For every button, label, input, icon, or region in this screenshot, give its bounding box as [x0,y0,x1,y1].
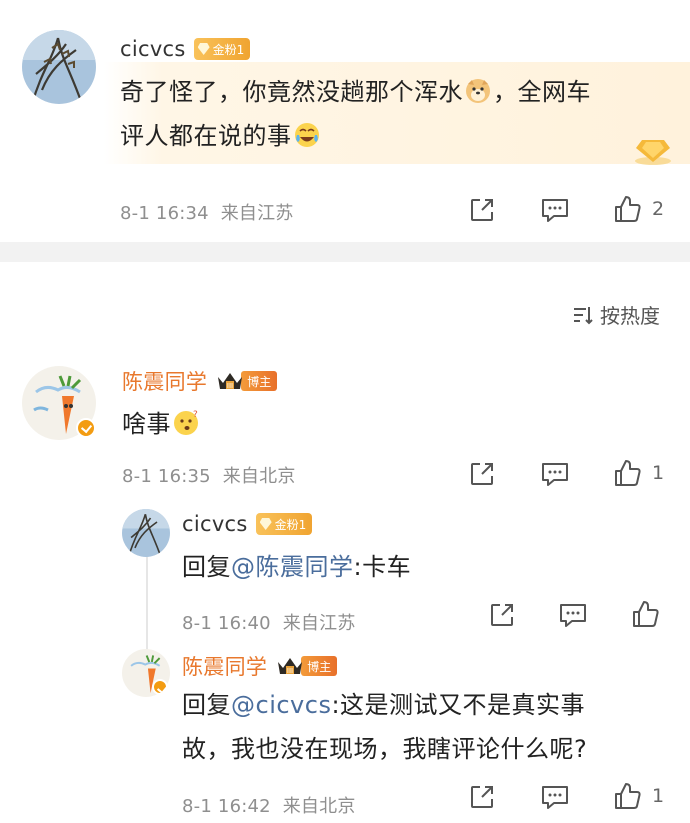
share-icon [471,786,493,808]
sort-label: 按热度 [600,304,660,328]
mention-link[interactable]: @陈震同学 [231,553,354,581]
comment-text-part: 评人都在说的事 [120,122,292,150]
share-button[interactable] [488,601,516,629]
comment-button[interactable] [540,460,570,488]
like-button[interactable]: 2 [612,194,664,224]
comment-meta: 8-1 16:35 来自北京 [122,462,296,488]
reply-text: 回复@陈震同学:卡车 [182,545,411,589]
reply-text: 回复@cicvcs:这是测试又不是真实事 故，我也没在现场，我瞎评论什么呢? [182,683,662,771]
comment-button[interactable] [540,783,570,811]
share-button[interactable] [468,196,496,224]
laugh-cry-emoji-icon [294,118,320,147]
comment-button[interactable] [558,601,588,629]
gem-icon [197,43,210,55]
blogger-badge-label: 博主 [301,656,338,676]
comment-meta: 8-1 16:40 来自江苏 [182,609,356,635]
avatar[interactable] [122,509,170,557]
reply-comment: cicvcs 金粉1 回复@陈震同学:卡车 8-1 16:40 来自江苏 [0,505,690,635]
location: 来自北京 [282,796,356,817]
share-icon [471,463,493,485]
share-icon [491,604,513,626]
comment-meta: 8-1 16:42 来自北京 [182,792,356,818]
reply-content: :这是测试又不是真实事 [331,691,586,719]
fan-badge-label: 金粉1 [212,42,245,57]
crown-icon: III [275,654,305,678]
comment-icon [542,199,568,222]
gold-gem-icon [632,132,674,166]
avatar[interactable] [22,30,96,104]
comment-icon [542,786,568,809]
comment-text: 奇了怪了，你竟然没趟那个浑水 ，全网车 评人都在说的事 [120,70,660,158]
timestamp: 8-1 16:42 [182,796,271,817]
timestamp: 8-1 16:40 [182,613,271,634]
like-button[interactable]: 1 [612,458,664,488]
thumbs-up-icon [633,601,659,627]
username[interactable]: 陈震同学 [122,366,207,396]
blogger-badge-label: 博主 [241,371,278,391]
verified-badge-icon [76,418,96,438]
crown-icon: III [215,369,245,393]
thumbs-up-icon [615,783,641,809]
fan-badge-label: 金粉1 [274,517,307,532]
reply-content: 故，我也没在现场，我瞎评论什么呢? [182,735,588,763]
comment-text-part: 奇了怪了，你竟然没趟那个浑水 [120,78,463,106]
reply-comment: 陈震同学 III 博主 回复@cicvcs:这是测试又不是真实事 故，我也没在现… [0,647,690,823]
sort-by-hot-button[interactable]: 按热度 [572,300,660,329]
blogger-badge: III 博主 [215,369,278,393]
comment-text-content: 啥事 [122,410,171,438]
thumbs-up-icon [615,196,641,222]
svg-text:?: ? [193,410,198,420]
section-divider [0,242,690,262]
thumbs-up-icon [615,460,641,486]
main-comment: 陈震同学 III 博主 啥事? 8-1 16:35 来自北京 1 [0,360,690,500]
svg-text:III: III [287,667,293,675]
location: 来自北京 [222,466,296,487]
gem-icon [259,518,272,530]
mention-link[interactable]: @cicvcs [231,691,331,719]
thinking-emoji-icon: ? [173,406,199,435]
fan-badge[interactable]: 金粉1 [255,513,313,535]
like-count: 1 [652,785,665,807]
comment-meta: 8-1 16:34 来自江苏 [120,199,294,225]
doge-emoji-icon [465,74,491,103]
fan-badge[interactable]: 金粉1 [193,38,251,60]
timestamp: 8-1 16:35 [122,466,211,487]
username[interactable]: cicvcs [120,37,186,61]
reply-prefix: 回复 [182,691,231,719]
share-button[interactable] [468,460,496,488]
sort-icon [574,306,593,324]
share-button[interactable] [468,783,496,811]
comment-icon [560,604,586,627]
blogger-badge: III 博主 [275,654,338,678]
username[interactable]: 陈震同学 [182,651,267,681]
share-icon [471,199,493,221]
comment-text-part: ，全网车 [493,78,591,106]
like-count: 1 [652,462,665,484]
like-button[interactable]: 1 [612,781,664,811]
username[interactable]: cicvcs [182,512,248,536]
reply-prefix: 回复 [182,553,231,581]
top-comment: cicvcs 金粉1 奇了怪了，你竟然没趟那个浑水 ，全网车 评人都在说的事 8-… [0,0,690,242]
comment-text: 啥事? [122,402,201,446]
comments-page: cicvcs 金粉1 奇了怪了，你竟然没趟那个浑水 ，全网车 评人都在说的事 8-… [0,0,690,823]
comment-icon [542,463,568,486]
comment-button[interactable] [540,196,570,224]
location: 来自江苏 [282,613,356,634]
location: 来自江苏 [220,203,294,224]
reply-content: :卡车 [353,553,412,581]
timestamp: 8-1 16:34 [120,203,209,224]
like-button[interactable] [630,599,660,629]
verified-badge-icon [152,679,168,695]
like-count: 2 [652,198,665,220]
svg-text:III: III [227,382,233,390]
